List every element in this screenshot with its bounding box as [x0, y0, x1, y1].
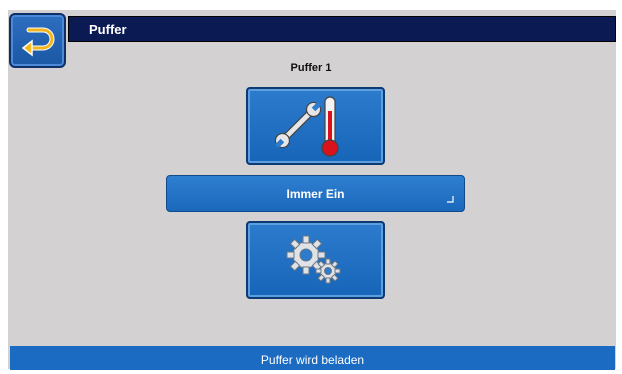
settings-tile-button[interactable] — [246, 87, 385, 165]
gears-icon — [286, 235, 341, 284]
mode-select-button[interactable]: Immer Ein — [166, 175, 465, 212]
back-button[interactable] — [9, 13, 66, 68]
mode-label: Immer Ein — [286, 187, 345, 201]
corner-arrow-icon — [447, 196, 454, 203]
status-bar: Puffer wird beladen — [10, 346, 615, 370]
title-bar: Puffer — [68, 16, 616, 42]
parameters-tile-button[interactable] — [246, 221, 385, 299]
wrench-thermometer-icon — [274, 96, 339, 157]
frame-top — [0, 0, 622, 10]
frame-left — [0, 0, 8, 374]
return-arrow-icon — [21, 27, 55, 57]
frame-right — [616, 0, 622, 374]
page-title: Puffer — [89, 22, 127, 37]
section-title: Puffer 1 — [290, 62, 332, 74]
status-text: Puffer wird beladen — [260, 353, 365, 367]
